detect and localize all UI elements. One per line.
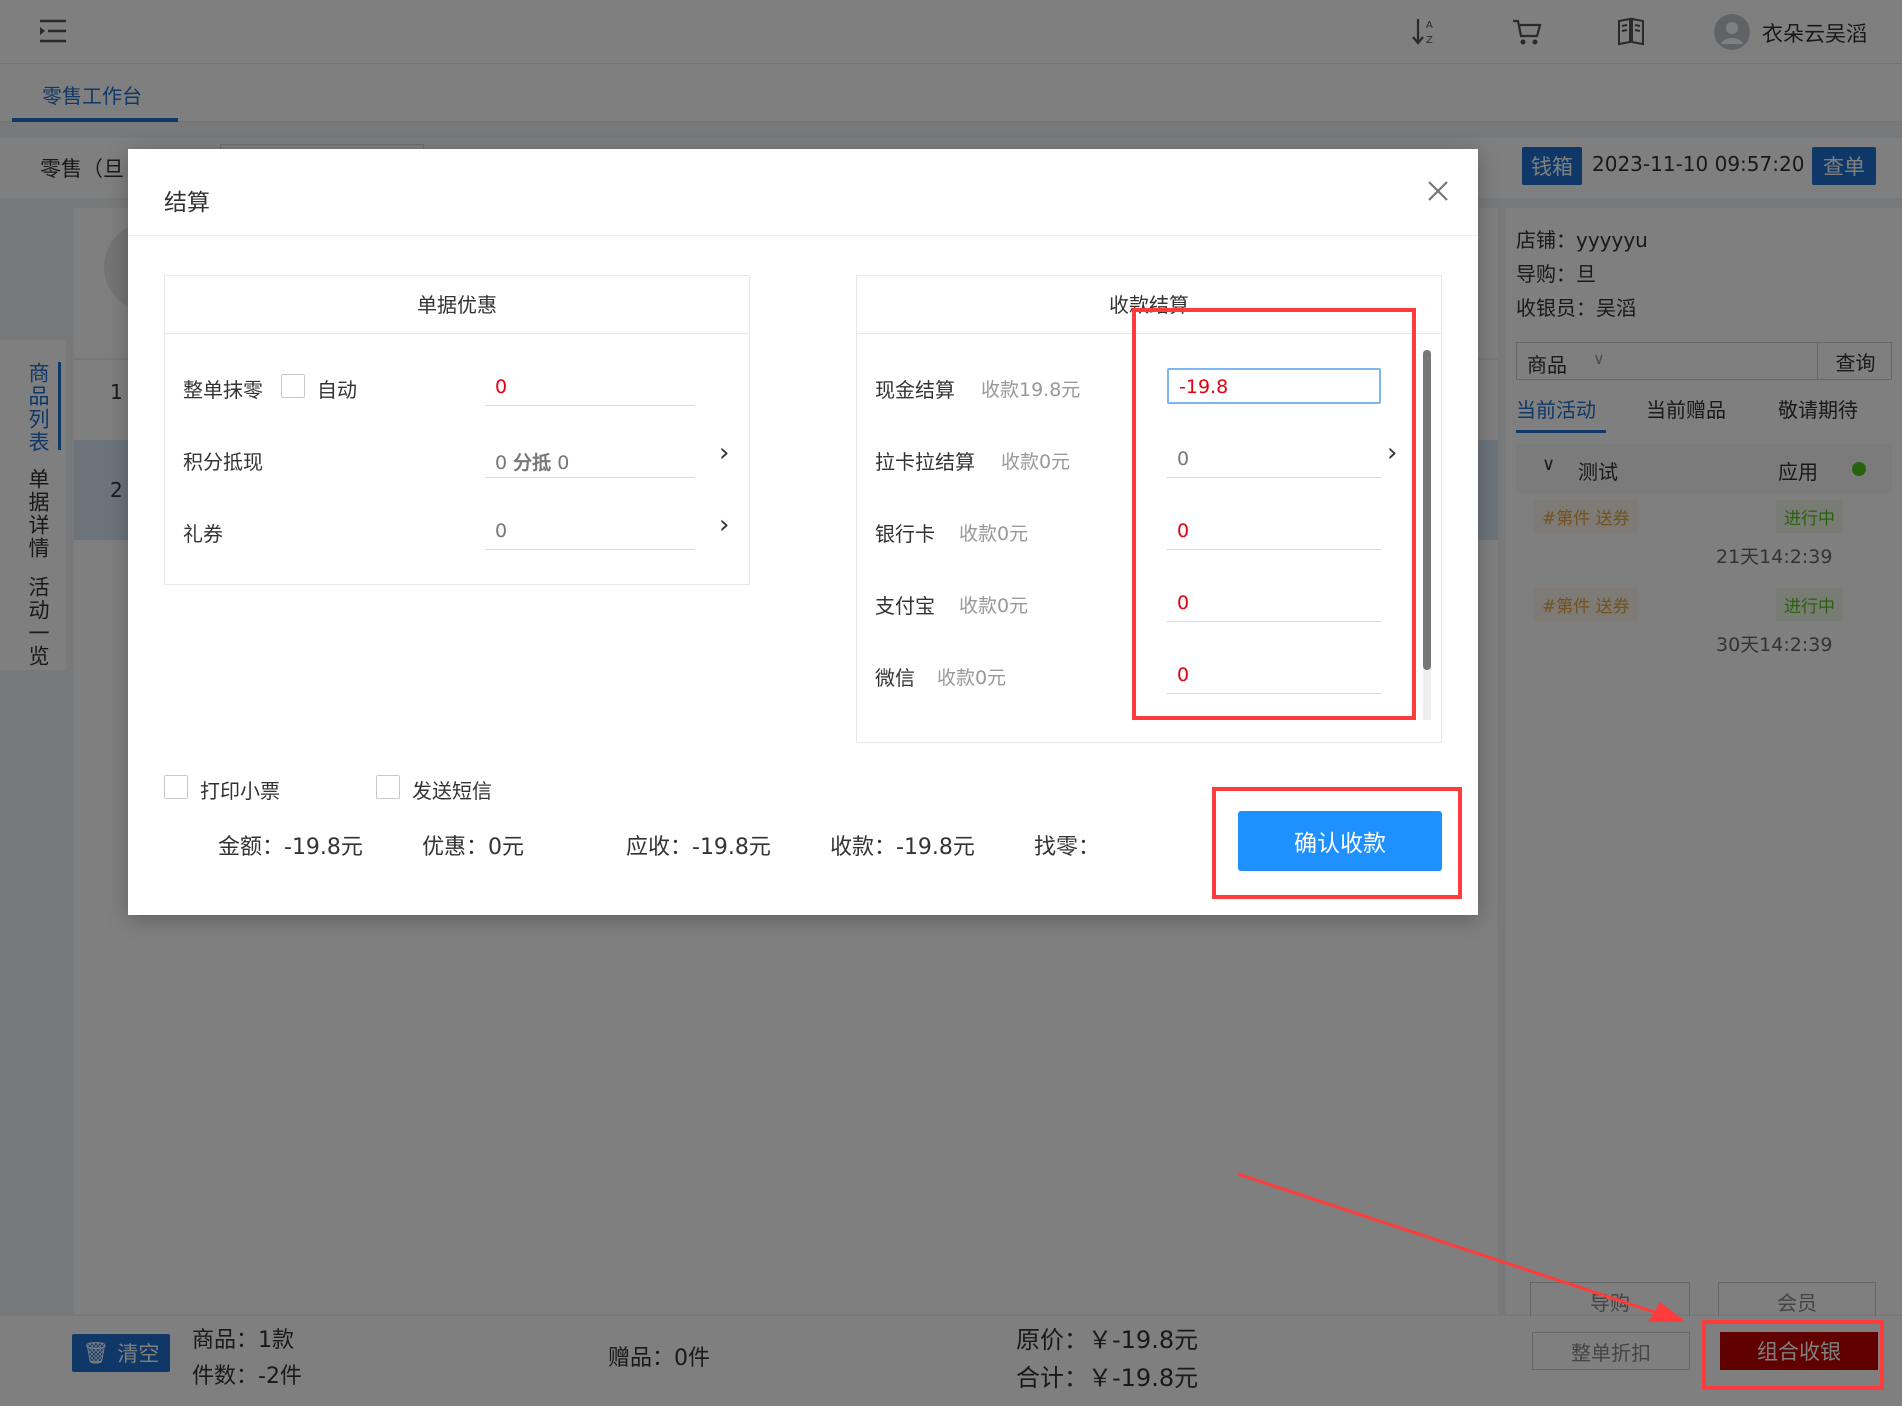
summary-amount: 金额：-19.8元 <box>218 835 363 860</box>
summary-change: 找零： <box>1034 835 1101 860</box>
lakala-label: 拉卡拉结算 <box>875 450 975 474</box>
summary-receivable: 应收：-19.8元 <box>626 835 771 860</box>
points-cash-input[interactable]: 0 分抵 0 <box>485 440 695 478</box>
summary-received: 收款：-19.8元 <box>830 835 975 860</box>
alipay-label: 支付宝 <box>875 594 935 618</box>
print-receipt-label: 打印小票 <box>200 779 280 803</box>
chevron-right-icon[interactable]: › <box>719 438 729 468</box>
confirm-payment-button[interactable]: 确认收款 <box>1238 811 1442 871</box>
points-cash-label: 积分抵现 <box>183 450 263 474</box>
close-icon[interactable] <box>1426 179 1450 203</box>
chevron-right-icon[interactable]: › <box>719 510 729 540</box>
annotation-highlight-box <box>1132 308 1416 720</box>
bank-card-label: 银行卡 <box>875 522 935 546</box>
cash-label: 现金结算 <box>875 378 955 402</box>
wechat-label: 微信 <box>875 666 915 690</box>
round-off-input[interactable]: 0 <box>485 368 695 406</box>
order-discount-section: 单据优惠 整单抹零 自动 0 积分抵现 0 分抵 0 › 礼券 0 › <box>164 275 750 585</box>
auto-label: 自动 <box>317 378 357 402</box>
coupon-input[interactable]: 0 <box>485 512 695 550</box>
round-off-label: 整单抹零 <box>183 378 263 402</box>
auto-round-checkbox[interactable] <box>281 374 305 398</box>
dialog-divider <box>128 235 1478 236</box>
print-receipt-checkbox[interactable] <box>164 775 188 799</box>
alipay-received-hint: 收款0元 <box>959 595 1029 617</box>
coupon-value: 0 <box>495 520 508 542</box>
points-value: 0 分抵 0 <box>495 448 569 475</box>
section-title: 单据优惠 <box>165 276 749 334</box>
scrollbar-thumb[interactable] <box>1423 350 1431 670</box>
points-offset-amount: 0 <box>557 452 570 474</box>
coupon-label: 礼券 <box>183 522 223 546</box>
bank-card-received-hint: 收款0元 <box>959 523 1029 545</box>
dialog-title: 结算 <box>164 190 210 216</box>
send-sms-label: 发送短信 <box>412 779 492 803</box>
cash-received-hint: 收款19.8元 <box>981 379 1081 401</box>
lakala-received-hint: 收款0元 <box>1001 451 1071 473</box>
summary-discount: 优惠：0元 <box>422 835 524 860</box>
points-offset-label: 分抵 <box>513 452 552 474</box>
wechat-received-hint: 收款0元 <box>937 667 1007 689</box>
settlement-dialog: 结算 单据优惠 整单抹零 自动 0 积分抵现 0 分抵 0 › 礼券 0 › 收… <box>128 149 1478 915</box>
points-count: 0 <box>495 452 508 474</box>
round-off-value: 0 <box>495 376 508 398</box>
send-sms-checkbox[interactable] <box>376 775 400 799</box>
